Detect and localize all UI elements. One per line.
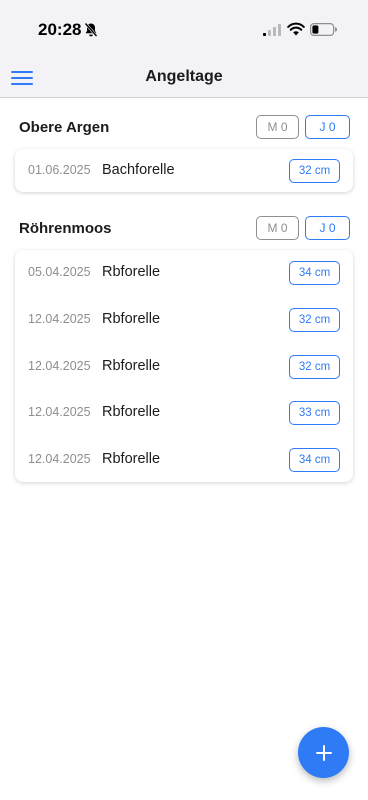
catch-size-badge: 34 cm [289,448,340,473]
catch-size-badge: 33 cm [289,401,340,426]
wifi-icon [287,22,305,36]
catch-date: 12.04.2025 [28,452,91,467]
page-title: Angeltage [145,68,223,85]
m-count-badge[interactable]: M 0 [256,216,299,240]
catch-row[interactable]: 12.04.2025 Rbforelle 32 cm [15,297,353,344]
battery-icon [310,23,337,36]
catch-row[interactable]: 12.04.2025 Rbforelle 34 cm [15,437,353,484]
catch-size-badge: 32 cm [289,354,340,379]
status-bar: 20:28 [0,0,368,60]
j-count-badge[interactable]: J 0 [305,216,350,240]
catch-date: 12.04.2025 [28,311,91,326]
catch-list-card: 01.06.2025 Bachforelle 32 cm [15,149,353,192]
catch-species: Rbforelle [102,451,161,468]
plus-icon [315,744,332,761]
bell-slash-icon [84,22,98,37]
catch-size-badge: 32 cm [289,158,340,183]
section-header-obere-argen: Obere Argen M 0 J 0 [0,112,368,144]
cellular-signal-icon [263,24,281,36]
catch-row[interactable]: 12.04.2025 Rbforelle 32 cm [15,344,353,391]
catch-species: Bachforelle [102,162,175,178]
catch-list-card: 05.04.2025 Rbforelle 34 cm 12.04.2025 Rb… [15,250,353,482]
catch-row[interactable]: 12.04.2025 Rbforelle 33 cm [15,390,353,437]
nav-bar: Angeltage [0,60,368,98]
catch-date: 05.04.2025 [28,265,91,279]
add-catch-button[interactable] [298,727,349,778]
section-title: Röhrenmoos [19,220,112,237]
catch-row[interactable]: 01.06.2025 Bachforelle 32 cm [15,149,353,192]
m-count-badge[interactable]: M 0 [256,115,299,139]
catch-date: 12.04.2025 [28,358,91,373]
catch-size-badge: 34 cm [289,261,340,285]
catch-row[interactable]: 05.04.2025 Rbforelle 34 cm [15,250,353,297]
catch-species: Rbforelle [102,404,161,421]
catch-species: Rbforelle [102,310,161,327]
section-header-roehrenmoos: Röhrenmoos M 0 J 0 [0,213,368,245]
section-title: Obere Argen [19,119,110,136]
j-count-badge[interactable]: J 0 [305,115,350,139]
catch-date: 12.04.2025 [28,405,91,420]
catch-species: Rbforelle [102,357,161,374]
catch-date: 01.06.2025 [28,163,91,177]
catch-size-badge: 32 cm [289,307,340,332]
status-time: 20:28 [38,20,82,39]
catch-species: Rbforelle [102,264,161,280]
